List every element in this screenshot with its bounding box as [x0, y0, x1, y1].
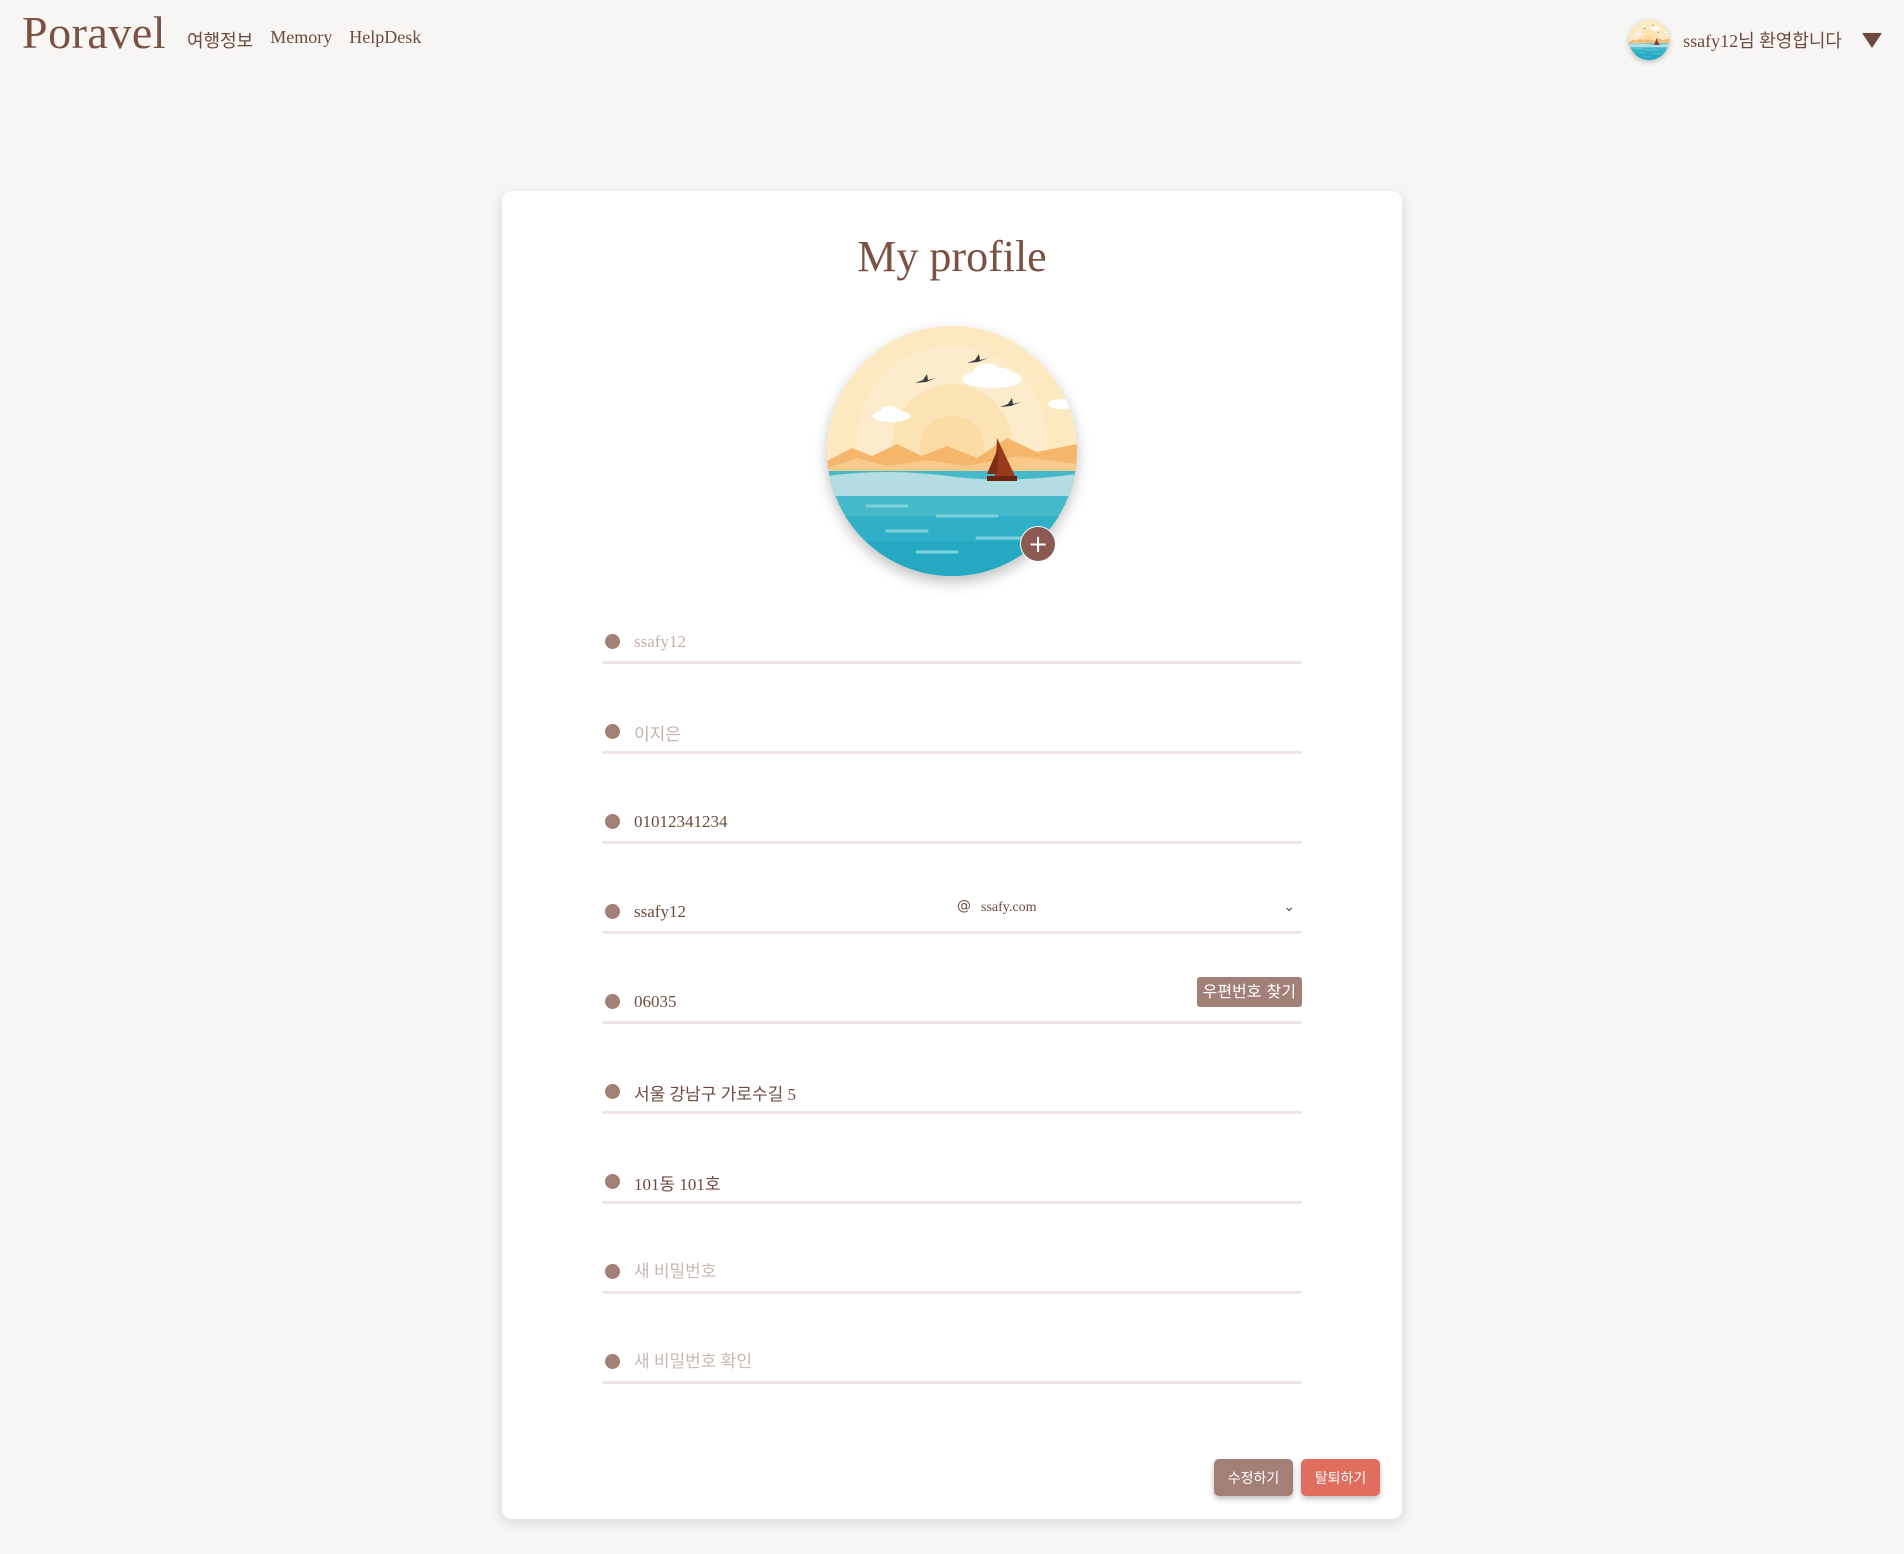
find-zipcode-button[interactable]: 우편번호 찾기	[1196, 977, 1302, 1007]
phone-field	[602, 801, 1302, 844]
profile-image-area: +	[827, 326, 1077, 576]
email-domain-value: ssafy.com	[981, 900, 1037, 915]
zipcode-input[interactable]	[632, 985, 1036, 1019]
withdraw-button[interactable]: 탈퇴하기	[1301, 1459, 1380, 1496]
field-bullet-icon	[605, 814, 620, 829]
edit-button[interactable]: 수정하기	[1214, 1459, 1293, 1496]
confirm-password-input[interactable]	[632, 1345, 1176, 1379]
new-password-field	[602, 1251, 1302, 1294]
field-bullet-icon	[605, 904, 620, 919]
profile-card: My profile + @ ssafy.com ⌄ 우편번호 찾기	[502, 191, 1402, 1519]
confirm-password-field	[602, 1341, 1302, 1384]
email-local-input[interactable]	[632, 895, 936, 929]
nav-link-helpdesk[interactable]: HelpDesk	[349, 27, 421, 53]
field-bullet-icon	[605, 634, 620, 649]
id-input	[632, 625, 1176, 659]
dropdown-triangle-icon[interactable]	[1862, 32, 1882, 48]
field-bullet-icon	[605, 1354, 620, 1369]
avatar[interactable]	[1629, 20, 1670, 60]
address-field	[602, 1071, 1302, 1114]
id-field	[602, 621, 1302, 664]
name-field	[602, 711, 1302, 754]
field-bullet-icon	[605, 724, 620, 739]
address-detail-input[interactable]	[632, 1165, 1176, 1199]
at-sign: @	[957, 898, 971, 914]
field-bullet-icon	[605, 1084, 620, 1099]
name-input	[632, 715, 1176, 749]
logo[interactable]: Poravel	[22, 6, 166, 59]
top-nav: Poravel 여행정보 Memory HelpDesk ssafy12님 환영…	[0, 0, 1904, 80]
field-bullet-icon	[605, 994, 620, 1009]
chevron-down-icon: ⌄	[1283, 899, 1295, 915]
address-detail-field	[602, 1161, 1302, 1204]
new-password-input[interactable]	[632, 1255, 1176, 1289]
nav-links: 여행정보 Memory HelpDesk	[187, 27, 421, 53]
welcome-text: ssafy12님 환영합니다	[1683, 31, 1842, 51]
email-field: @ ssafy.com ⌄	[602, 891, 1302, 934]
phone-input[interactable]	[632, 805, 1176, 839]
email-domain-select[interactable]: ssafy.com ⌄	[981, 897, 1301, 925]
field-bullet-icon	[605, 1264, 620, 1279]
zipcode-field: 우편번호 찾기	[602, 977, 1302, 1024]
page-title: My profile	[857, 232, 1047, 281]
add-photo-icon[interactable]: +	[1020, 526, 1056, 562]
address-input[interactable]	[632, 1075, 1176, 1109]
user-menu[interactable]: ssafy12님 환영합니다	[1629, 20, 1882, 60]
field-bullet-icon	[605, 1174, 620, 1189]
nav-link-memory[interactable]: Memory	[270, 27, 332, 53]
nav-link-travel-info[interactable]: 여행정보	[187, 27, 253, 53]
